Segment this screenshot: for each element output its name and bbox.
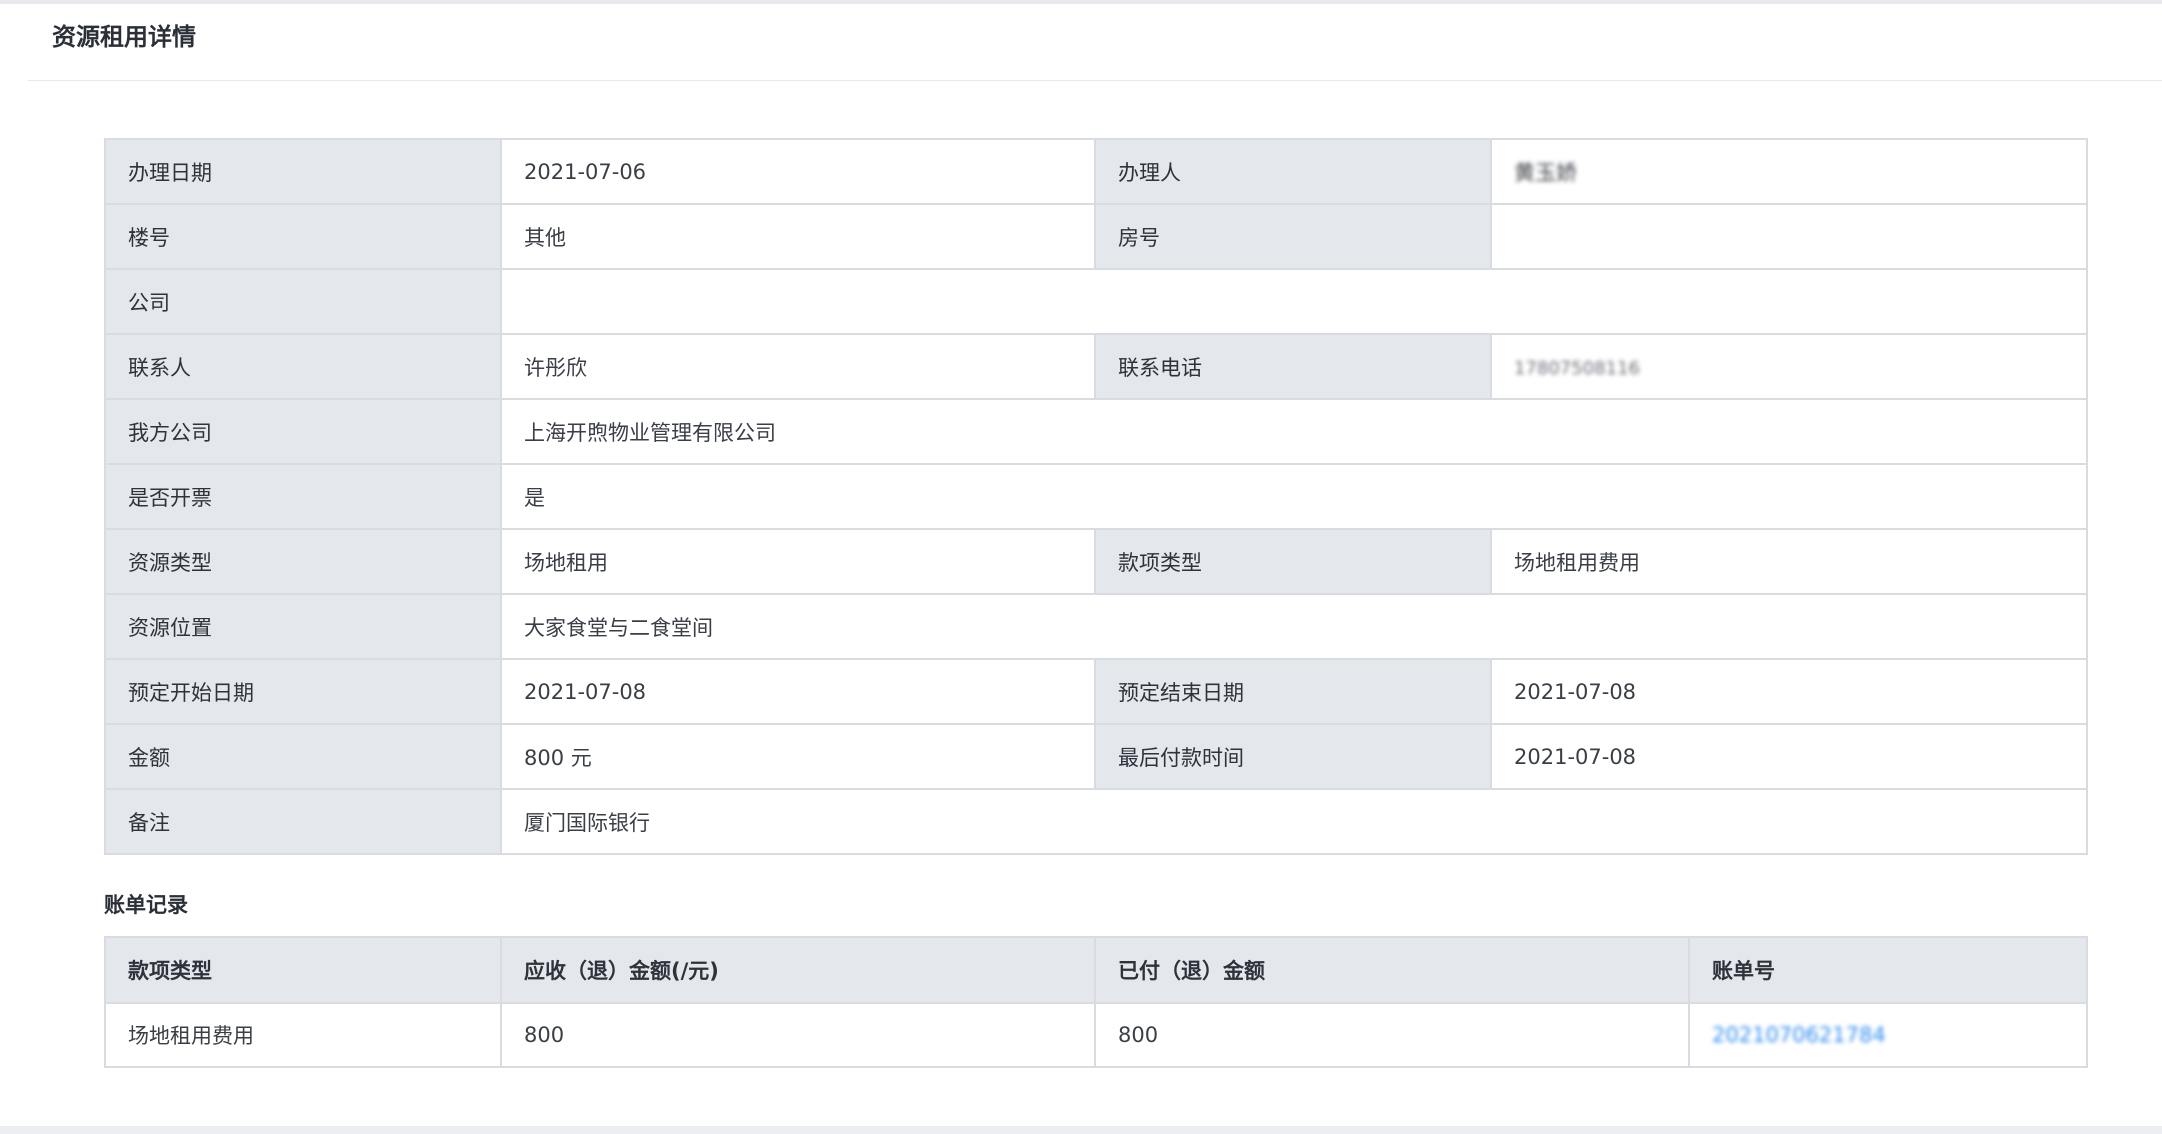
start-date-label: 预定开始日期 bbox=[104, 658, 502, 725]
detail-row-amount: 金额 800 元 最后付款时间 2021-07-08 bbox=[104, 723, 2088, 790]
our-company-label: 我方公司 bbox=[104, 398, 502, 465]
remark-label: 备注 bbox=[104, 788, 502, 855]
fee-type-value: 场地租用费用 bbox=[1490, 528, 2088, 595]
fee-type-label: 款项类型 bbox=[1094, 528, 1492, 595]
bill-header-row: 款项类型 应收（退）金额(/元) 已付（退）金额 账单号 bbox=[104, 936, 2088, 1004]
last-pay-label: 最后付款时间 bbox=[1094, 723, 1492, 790]
bill-section-title: 账单记录 bbox=[104, 893, 188, 917]
bill-receivable: 800 bbox=[500, 1002, 1096, 1068]
detail-row-handle: 办理日期 2021-07-06 办理人 黄玉娇 bbox=[104, 138, 2088, 205]
end-date-value: 2021-07-08 bbox=[1490, 658, 2088, 725]
detail-row-invoice: 是否开票 是 bbox=[104, 463, 2088, 530]
handle-date-value: 2021-07-06 bbox=[500, 138, 1096, 205]
title-divider bbox=[28, 80, 2162, 81]
phone-value: 17807508116 bbox=[1514, 357, 1640, 379]
amount-value: 800 元 bbox=[500, 723, 1096, 790]
top-border bbox=[0, 0, 2162, 4]
detail-row-resource-type: 资源类型 场地租用 款项类型 场地租用费用 bbox=[104, 528, 2088, 595]
contact-label: 联系人 bbox=[104, 333, 502, 400]
our-company-value: 上海开煦物业管理有限公司 bbox=[500, 398, 2088, 465]
bill-no-cell: 2021070621784 bbox=[1688, 1002, 2088, 1068]
last-pay-value: 2021-07-08 bbox=[1490, 723, 2088, 790]
bill-col-bill-no: 账单号 bbox=[1688, 936, 2088, 1004]
bill-fee-type: 场地租用费用 bbox=[104, 1002, 502, 1068]
bill-col-receivable: 应收（退）金额(/元) bbox=[500, 936, 1096, 1004]
detail-row-contact: 联系人 许彤欣 联系电话 17807508116 bbox=[104, 333, 2088, 400]
detail-row-our-company: 我方公司 上海开煦物业管理有限公司 bbox=[104, 398, 2088, 465]
phone-cell: 17807508116 bbox=[1490, 333, 2088, 400]
resource-type-label: 资源类型 bbox=[104, 528, 502, 595]
handler-value: 黄玉娇 bbox=[1514, 160, 1577, 185]
detail-table: 办理日期 2021-07-06 办理人 黄玉娇 楼号 其他 房号 公司 联系人 … bbox=[104, 138, 2088, 855]
remark-value: 厦门国际银行 bbox=[500, 788, 2088, 855]
detail-row-remark: 备注 厦门国际银行 bbox=[104, 788, 2088, 855]
detail-row-location: 资源位置 大家食堂与二食堂间 bbox=[104, 593, 2088, 660]
bill-col-fee-type: 款项类型 bbox=[104, 936, 502, 1004]
company-value bbox=[500, 268, 2088, 335]
contact-value: 许彤欣 bbox=[500, 333, 1096, 400]
table-row: 场地租用费用 800 800 2021070621784 bbox=[104, 1002, 2088, 1068]
bill-paid: 800 bbox=[1094, 1002, 1690, 1068]
handler-cell: 黄玉娇 bbox=[1490, 138, 2088, 205]
room-value bbox=[1490, 203, 2088, 270]
start-date-value: 2021-07-08 bbox=[500, 658, 1096, 725]
resource-type-value: 场地租用 bbox=[500, 528, 1096, 595]
bill-col-paid: 已付（退）金额 bbox=[1094, 936, 1690, 1004]
bill-no-link[interactable]: 2021070621784 bbox=[1712, 1023, 1886, 1047]
location-label: 资源位置 bbox=[104, 593, 502, 660]
bill-table: 款项类型 应收（退）金额(/元) 已付（退）金额 账单号 场地租用费用 800 … bbox=[104, 936, 2088, 1068]
bottom-border bbox=[0, 1126, 2162, 1134]
detail-row-dates: 预定开始日期 2021-07-08 预定结束日期 2021-07-08 bbox=[104, 658, 2088, 725]
page-title: 资源租用详情 bbox=[52, 23, 196, 51]
room-label: 房号 bbox=[1094, 203, 1492, 270]
phone-label: 联系电话 bbox=[1094, 333, 1492, 400]
invoice-label: 是否开票 bbox=[104, 463, 502, 530]
building-label: 楼号 bbox=[104, 203, 502, 270]
detail-row-company: 公司 bbox=[104, 268, 2088, 335]
detail-row-building: 楼号 其他 房号 bbox=[104, 203, 2088, 270]
building-value: 其他 bbox=[500, 203, 1096, 270]
invoice-value: 是 bbox=[500, 463, 2088, 530]
location-value: 大家食堂与二食堂间 bbox=[500, 593, 2088, 660]
end-date-label: 预定结束日期 bbox=[1094, 658, 1492, 725]
handler-label: 办理人 bbox=[1094, 138, 1492, 205]
handle-date-label: 办理日期 bbox=[104, 138, 502, 205]
amount-label: 金额 bbox=[104, 723, 502, 790]
company-label: 公司 bbox=[104, 268, 502, 335]
